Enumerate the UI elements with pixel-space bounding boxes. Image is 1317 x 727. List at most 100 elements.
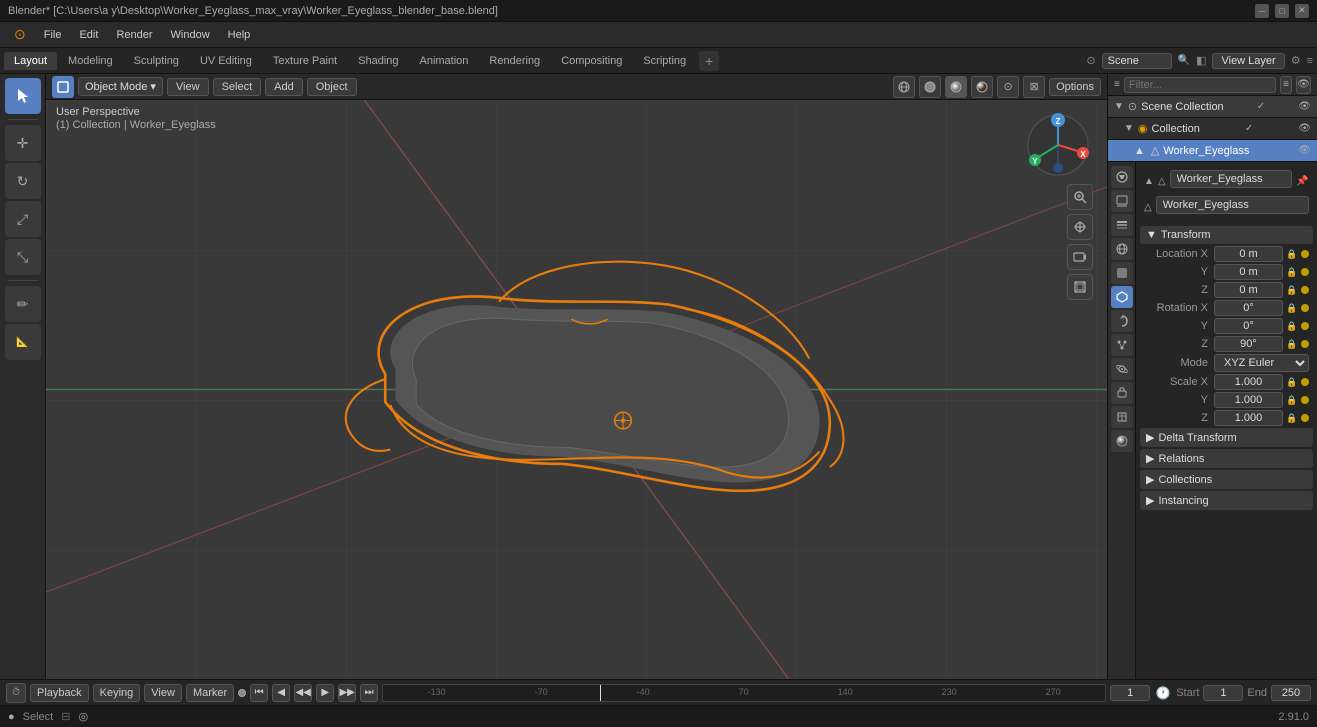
location-y-keyframe-dot[interactable] [1301, 268, 1309, 276]
zoom-in-button[interactable] [1067, 184, 1093, 210]
scale-x-keyframe-dot[interactable] [1301, 378, 1309, 386]
location-y-lock-icon[interactable]: 🔒 [1285, 265, 1299, 279]
tab-sculpting[interactable]: Sculpting [124, 52, 189, 70]
modifier-props-tab[interactable] [1111, 310, 1133, 332]
view-menu-button[interactable]: View [167, 78, 209, 96]
material-shading-button[interactable] [945, 76, 967, 98]
maximize-button[interactable]: □ [1275, 4, 1289, 18]
solid-shading-button[interactable] [919, 76, 941, 98]
rotation-y-value[interactable]: 0° [1214, 318, 1283, 334]
rotation-x-keyframe-dot[interactable] [1301, 304, 1309, 312]
view-layer-props-tab[interactable] [1111, 214, 1133, 236]
tab-shading[interactable]: Shading [348, 52, 408, 70]
filter-icon[interactable]: ≡ [1307, 55, 1313, 67]
location-y-value[interactable]: 0 m [1214, 264, 1283, 280]
tab-layout[interactable]: Layout [4, 52, 57, 70]
pan-button[interactable] [1067, 214, 1093, 240]
scale-tool-button[interactable]: ⤢ [5, 201, 41, 237]
viewport-overlays-button[interactable]: ⊙ [997, 76, 1019, 98]
select-tool-button[interactable] [5, 78, 41, 114]
scale-x-lock-icon[interactable]: 🔒 [1285, 375, 1299, 389]
start-frame-input[interactable] [1203, 685, 1243, 701]
step-forward-button[interactable]: ▶▶ [338, 684, 356, 702]
particles-props-tab[interactable] [1111, 334, 1133, 356]
scale-z-value[interactable]: 1.000 [1214, 410, 1283, 426]
xray-toggle-button[interactable]: ⊠ [1023, 76, 1045, 98]
playback-menu-button[interactable]: Playback [30, 684, 89, 702]
viewport-gizmo[interactable]: Z X Y [1023, 110, 1093, 180]
object-eye-button[interactable]: 👁 [1298, 145, 1311, 156]
scene-collection-eye-button[interactable]: 👁 [1298, 101, 1311, 112]
render-props-tab[interactable] [1111, 166, 1133, 188]
location-x-value[interactable]: 0 m [1214, 246, 1283, 262]
record-button[interactable] [238, 689, 246, 697]
tab-compositing[interactable]: Compositing [551, 52, 632, 70]
outliner-search-input[interactable] [1124, 77, 1276, 93]
view-menu-timeline-button[interactable]: View [144, 684, 182, 702]
menu-render[interactable]: Render [108, 27, 160, 43]
rendered-shading-button[interactable] [971, 76, 993, 98]
view-layer-settings-icon[interactable]: ⚙ [1291, 54, 1301, 67]
location-z-value[interactable]: 0 m [1214, 282, 1283, 298]
scene-collection-vis-button[interactable]: ✓ [1257, 101, 1265, 112]
collection-checkbox[interactable]: ✓ [1245, 123, 1253, 134]
constraints-props-tab[interactable] [1111, 382, 1133, 404]
marker-menu-button[interactable]: Marker [186, 684, 234, 702]
data-props-tab[interactable] [1111, 406, 1133, 428]
add-workspace-button[interactable]: + [699, 51, 719, 71]
tab-rendering[interactable]: Rendering [479, 52, 550, 70]
timeline-type-icon[interactable]: ⏱ [6, 683, 26, 703]
relations-header[interactable]: ▶ Relations [1140, 449, 1313, 468]
transform-tool-button[interactable]: ⤡ [5, 239, 41, 275]
options-button[interactable]: Options [1049, 78, 1101, 96]
location-x-lock-icon[interactable]: 🔒 [1285, 247, 1299, 261]
jump-to-start-button[interactable]: ⏮ [250, 684, 268, 702]
physics-props-tab[interactable] [1111, 358, 1133, 380]
output-props-tab[interactable] [1111, 190, 1133, 212]
scale-z-lock-icon[interactable]: 🔒 [1285, 411, 1299, 425]
tab-uv-editing[interactable]: UV Editing [190, 52, 262, 70]
add-menu-button[interactable]: Add [265, 78, 303, 96]
scale-z-keyframe-dot[interactable] [1301, 414, 1309, 422]
select-menu-button[interactable]: Select [213, 78, 262, 96]
object-mode-dropdown[interactable]: Object Mode ▾ [78, 77, 163, 96]
minimize-button[interactable]: ─ [1255, 4, 1269, 18]
tab-scripting[interactable]: Scripting [633, 52, 696, 70]
menu-blender[interactable]: ⊙ [6, 24, 34, 45]
toggle-perspective-button[interactable] [1067, 274, 1093, 300]
rotation-z-value[interactable]: 90° [1214, 336, 1283, 352]
location-z-keyframe-dot[interactable] [1301, 286, 1309, 294]
rotation-x-lock-icon[interactable]: 🔒 [1285, 301, 1299, 315]
end-frame-input[interactable] [1271, 685, 1311, 701]
material-props-tab[interactable] [1111, 430, 1133, 452]
object-name-input[interactable] [1170, 170, 1292, 188]
menu-window[interactable]: Window [163, 27, 218, 43]
jump-to-end-button[interactable]: ⏭ [360, 684, 378, 702]
play-button[interactable]: ▶ [316, 684, 334, 702]
rotation-z-keyframe-dot[interactable] [1301, 340, 1309, 348]
current-frame-input[interactable] [1110, 685, 1150, 701]
annotate-tool-button[interactable]: ✏ [5, 286, 41, 322]
scale-y-lock-icon[interactable]: 🔒 [1285, 393, 1299, 407]
scene-collection-row[interactable]: ▼ ⊙ Scene Collection ✓ 👁 [1108, 96, 1317, 118]
transform-section-header[interactable]: ▼ Transform [1140, 226, 1313, 244]
rotation-x-value[interactable]: 0° [1214, 300, 1283, 316]
move-tool-button[interactable]: ✛ [5, 125, 41, 161]
menu-help[interactable]: Help [220, 27, 259, 43]
rotate-tool-button[interactable]: ↻ [5, 163, 41, 199]
scale-y-value[interactable]: 1.000 [1214, 392, 1283, 408]
pin-button[interactable]: 📌 [1296, 172, 1309, 190]
delta-transform-header[interactable]: ▶ Delta Transform [1140, 428, 1313, 447]
play-reverse-button[interactable]: ◀◀ [294, 684, 312, 702]
rotation-z-lock-icon[interactable]: 🔒 [1285, 337, 1299, 351]
rotation-y-keyframe-dot[interactable] [1301, 322, 1309, 330]
collections-header[interactable]: ▶ Collections [1140, 470, 1313, 489]
search-icon[interactable]: 🔍 [1178, 55, 1190, 66]
location-x-keyframe-dot[interactable] [1301, 250, 1309, 258]
camera-view-button[interactable] [1067, 244, 1093, 270]
tab-modeling[interactable]: Modeling [58, 52, 123, 70]
scene-input[interactable] [1102, 53, 1172, 69]
close-button[interactable]: ✕ [1295, 4, 1309, 18]
tab-animation[interactable]: Animation [410, 52, 479, 70]
rotation-mode-dropdown[interactable]: XYZ Euler XZY Euler YXZ Euler Quaternion… [1214, 354, 1309, 372]
